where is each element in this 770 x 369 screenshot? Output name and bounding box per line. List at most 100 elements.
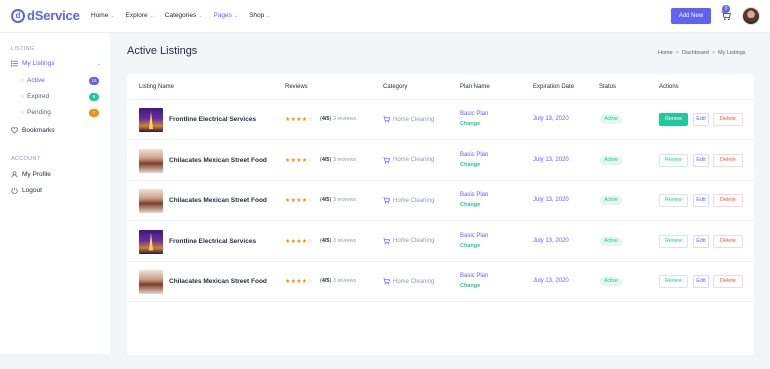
star-empty-icon: ☆ xyxy=(307,157,313,164)
renew-button[interactable]: Renew xyxy=(659,194,688,207)
renew-button[interactable]: Renew xyxy=(659,275,688,288)
cart-icon xyxy=(383,116,390,123)
delete-button[interactable]: Delete xyxy=(713,153,743,167)
chevron-down-icon: ⌄ xyxy=(266,12,271,19)
sidebar-item-expired[interactable]: ○ Expired 6 xyxy=(21,92,101,101)
table-row[interactable]: Chilacates Mexican Street Food ★★★★☆ (4/5)… xyxy=(127,262,754,302)
change-plan-link[interactable]: Change xyxy=(460,121,480,127)
table-row[interactable]: Chilacates Mexican Street Food ★★★★☆ (4/5)… xyxy=(127,181,754,221)
top-header: d dService Home ⌄ Explore ⌄ Categories ⌄ Pa… xyxy=(0,0,770,33)
sidebar-item-active[interactable]: ○ Active 15 xyxy=(21,76,101,85)
renew-button[interactable]: Renew xyxy=(659,113,688,126)
delete-button[interactable]: Delete xyxy=(713,113,743,126)
column-header: Category xyxy=(383,84,408,90)
user-icon xyxy=(11,171,18,178)
nav-item-home[interactable]: Home ⌄ xyxy=(91,12,115,19)
chevron-down-icon: ⌄ xyxy=(110,12,115,19)
bullet-icon: ○ xyxy=(21,109,25,116)
avatar[interactable] xyxy=(742,7,760,25)
sidebar-item-logout[interactable]: Logout xyxy=(11,187,101,194)
expiration-date: July 13, 2020 xyxy=(533,278,569,284)
column-header: Listing Name xyxy=(139,84,175,90)
change-plan-link[interactable]: Change xyxy=(460,283,480,289)
listing-thumbnail[interactable] xyxy=(139,229,163,254)
sidebar-item-pending[interactable]: ○ Pending 2 xyxy=(21,108,101,117)
delete-button[interactable]: Delete xyxy=(713,234,743,248)
renew-button[interactable]: Renew xyxy=(659,234,688,248)
edit-button[interactable]: Edit xyxy=(693,194,709,207)
add-new-button[interactable]: Add New xyxy=(671,8,711,24)
edit-button[interactable]: Edit xyxy=(693,153,709,167)
listing-name[interactable]: Frontline Electrical Services xyxy=(169,116,256,123)
column-header: Actions xyxy=(659,84,679,90)
rating-stars: ★★★★☆ xyxy=(285,197,313,204)
renew-button[interactable]: Renew xyxy=(659,153,688,167)
table-row[interactable]: Frontline Electrical Services ★★★★☆ (4/5) … xyxy=(127,100,754,140)
listing-name[interactable]: Chilacates Mexican Street Food xyxy=(169,278,267,285)
plan-name: Basic Plan xyxy=(460,111,489,117)
edit-button[interactable]: Edit xyxy=(693,113,709,126)
star-empty-icon: ☆ xyxy=(307,198,313,204)
star-empty-icon: ☆ xyxy=(307,238,313,245)
sidebar-item-my-listings[interactable]: My Listings ⌄ xyxy=(11,60,101,67)
cart-count-badge: 0 xyxy=(722,5,730,13)
rating-text: (4/5) 3 reviews xyxy=(320,116,357,122)
sidebar-item-bookmarks[interactable]: Bookmarks xyxy=(11,127,101,134)
table-row[interactable]: Chilacates Mexican Street Food ★★★★☆ (4/5)… xyxy=(127,141,754,181)
expiration-date: July 13, 2020 xyxy=(533,197,569,203)
rating-text: (4/5) 3 reviews xyxy=(320,197,357,203)
edit-button[interactable]: Edit xyxy=(693,234,709,248)
nav-item-categories[interactable]: Categories ⌄ xyxy=(165,12,203,19)
main-nav: Home ⌄ Explore ⌄ Categories ⌄ Pages ⌄ Shop ⌄ xyxy=(91,12,281,19)
sidebar: LISTING My Listings ⌄ ○ Active 15 ○ Expi… xyxy=(0,33,110,354)
column-header: Reviews xyxy=(285,84,308,90)
status-badge: Active xyxy=(600,196,622,205)
status-badge: Active xyxy=(600,277,622,286)
change-plan-link[interactable]: Change xyxy=(460,202,480,208)
cart-icon xyxy=(383,156,390,163)
category-cell: Home Cleaning xyxy=(383,197,434,204)
breadcrumb-home[interactable]: Home xyxy=(658,50,673,56)
count-badge: 6 xyxy=(89,92,99,101)
rating-stars: ★★★★☆ xyxy=(285,116,313,123)
table-header: Listing Name Reviews Category Plan Name … xyxy=(127,74,754,100)
category-cell: Home Cleaning xyxy=(383,156,434,164)
listing-thumbnail[interactable] xyxy=(139,270,163,294)
sidebar-item-my-profile[interactable]: My Profile xyxy=(11,171,101,178)
listing-name[interactable]: Chilacates Mexican Street Food xyxy=(169,197,267,204)
plan-name: Basic Plan xyxy=(460,192,489,198)
logo[interactable]: d dService xyxy=(11,8,80,23)
delete-button[interactable]: Delete xyxy=(713,275,743,288)
table-row[interactable]: Frontline Electrical Services ★★★★☆ (4/5) … xyxy=(127,222,754,262)
nav-item-explore[interactable]: Explore ⌄ xyxy=(126,12,154,19)
status-badge: Active xyxy=(600,115,622,124)
nav-item-shop[interactable]: Shop ⌄ xyxy=(249,12,270,19)
nav-item-pages[interactable]: Pages ⌄ xyxy=(213,12,238,19)
listing-name[interactable]: Chilacates Mexican Street Food xyxy=(169,157,267,164)
plan-name: Basic Plan xyxy=(460,151,489,158)
listing-thumbnail[interactable] xyxy=(139,108,163,132)
change-plan-link[interactable]: Change xyxy=(460,243,480,249)
cart-icon xyxy=(383,278,390,285)
sidebar-section-listing: LISTING xyxy=(11,46,35,52)
column-header: Status xyxy=(599,84,617,90)
plan-name: Basic Plan xyxy=(460,273,489,279)
listing-thumbnail[interactable] xyxy=(139,148,163,173)
chevron-down-icon: ⌄ xyxy=(96,60,101,67)
delete-button[interactable]: Delete xyxy=(713,194,743,207)
status-badge: Active xyxy=(600,236,622,246)
plan-name: Basic Plan xyxy=(460,232,489,239)
category-cell: Home Cleaning xyxy=(383,278,434,285)
edit-button[interactable]: Edit xyxy=(693,275,709,288)
breadcrumb-dashboard[interactable]: Dashboard xyxy=(682,50,709,56)
power-icon xyxy=(11,187,18,194)
cart-icon xyxy=(383,197,390,204)
listing-thumbnail[interactable] xyxy=(139,189,163,213)
chevron-down-icon: ⌄ xyxy=(233,12,239,19)
listings-table: Listing Name Reviews Category Plan Name … xyxy=(127,74,754,355)
list-icon xyxy=(11,60,18,67)
rating-text: (4/5) 3 reviews xyxy=(320,237,357,244)
breadcrumb: Home > Dashboard > My Listings xyxy=(658,50,749,56)
change-plan-link[interactable]: Change xyxy=(460,162,480,168)
listing-name[interactable]: Frontline Electrical Services xyxy=(169,238,256,245)
